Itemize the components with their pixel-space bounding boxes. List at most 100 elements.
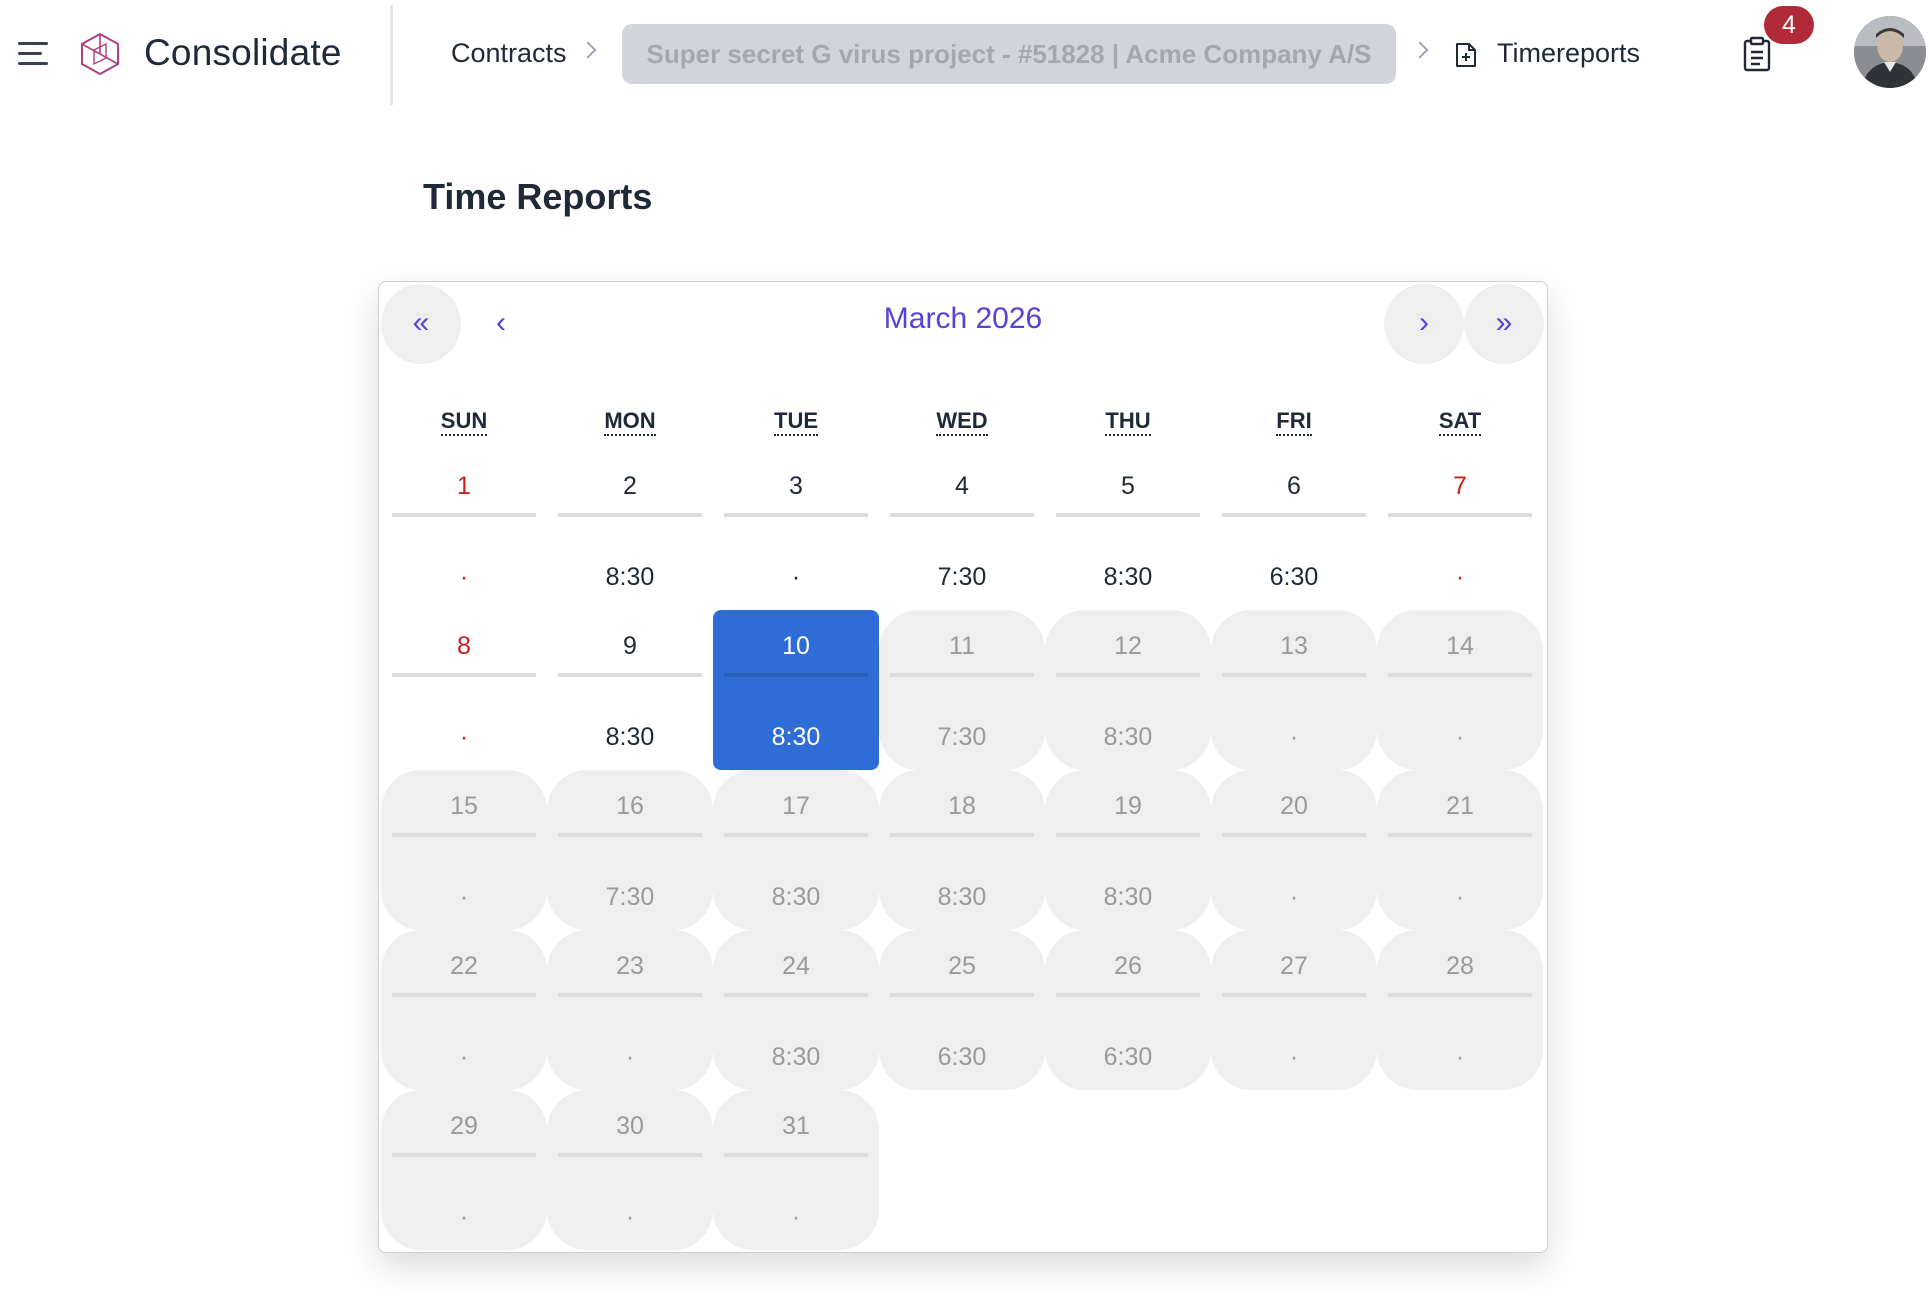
breadcrumb-project[interactable]: Super secret G virus project - #51828 | … <box>622 24 1396 84</box>
day-divider <box>558 833 702 837</box>
calendar-day[interactable]: 21 · <box>1377 770 1543 930</box>
day-number: 25 <box>948 952 976 980</box>
calendar-day[interactable]: 11 7:30 <box>879 610 1045 770</box>
calendar-day[interactable]: 22 · <box>381 930 547 1090</box>
day-number: 11 <box>949 632 975 660</box>
calendar-day[interactable]: 7 · <box>1377 450 1543 610</box>
calendar-day[interactable]: 24 8:30 <box>713 930 879 1090</box>
breadcrumb-chevron-right-icon <box>579 41 597 59</box>
calendar-day[interactable]: 15 · <box>381 770 547 930</box>
day-divider <box>1388 673 1532 677</box>
day-number: 12 <box>1114 632 1142 660</box>
calendar-day[interactable]: 27 · <box>1211 930 1377 1090</box>
calendar-day[interactable]: 16 7:30 <box>547 770 713 930</box>
day-number: 20 <box>1280 792 1308 820</box>
day-number: 2 <box>623 472 637 500</box>
day-number: 8 <box>457 632 471 660</box>
clipboard-icon[interactable] <box>1742 36 1772 72</box>
weekday-mon: MON <box>547 408 713 436</box>
day-divider <box>1388 833 1532 837</box>
breadcrumb-chevron-right-icon <box>1411 41 1429 59</box>
day-hours: 8:30 <box>605 563 655 591</box>
calendar-day[interactable]: 3 · <box>713 450 879 610</box>
calendar-day[interactable]: 26 6:30 <box>1045 930 1211 1090</box>
user-photo-icon <box>1854 16 1926 88</box>
calendar-day[interactable]: 9 8:30 <box>547 610 713 770</box>
calendar-day[interactable]: 14 · <box>1377 610 1543 770</box>
day-number: 10 <box>782 632 810 660</box>
calendar-day[interactable]: 23 · <box>547 930 713 1090</box>
user-avatar[interactable] <box>1854 16 1926 88</box>
day-hours: · <box>1455 883 1465 911</box>
next-month-button[interactable]: › <box>1384 284 1464 364</box>
day-divider <box>558 673 702 677</box>
day-hours: 7:30 <box>937 563 987 591</box>
calendar: « ‹ March 2026 › » SUN MON TUE WED THU F… <box>378 281 1548 1253</box>
calendar-day[interactable]: 13 · <box>1211 610 1377 770</box>
day-hours: · <box>459 723 469 751</box>
day-hours: 7:30 <box>605 883 655 911</box>
day-divider <box>558 993 702 997</box>
calendar-day[interactable]: 2 8:30 <box>547 450 713 610</box>
day-hours: · <box>1455 723 1465 751</box>
day-hours: · <box>459 1203 469 1231</box>
day-divider <box>1056 993 1200 997</box>
day-hours: · <box>791 563 801 591</box>
day-divider <box>890 673 1034 677</box>
day-divider <box>1056 513 1200 517</box>
weekday-sun: SUN <box>381 408 547 436</box>
day-divider <box>1222 833 1366 837</box>
day-hours: · <box>1289 1043 1299 1071</box>
calendar-day[interactable]: 28 · <box>1377 930 1543 1090</box>
day-number: 23 <box>616 952 644 980</box>
consolidate-logo-icon[interactable] <box>76 30 124 78</box>
month-label[interactable]: March 2026 <box>379 302 1547 336</box>
day-number: 24 <box>782 952 810 980</box>
day-divider <box>392 673 536 677</box>
calendar-day[interactable]: 17 8:30 <box>713 770 879 930</box>
day-divider <box>392 1153 536 1157</box>
calendar-day[interactable]: 30 · <box>547 1090 713 1250</box>
calendar-day[interactable]: 1 · <box>381 450 547 610</box>
calendar-day[interactable]: 6 6:30 <box>1211 450 1377 610</box>
day-divider <box>1056 833 1200 837</box>
top-bar: Consolidate Contracts Super secret G vir… <box>0 0 1930 110</box>
calendar-day[interactable]: 10 8:30 <box>713 610 879 770</box>
calendar-day[interactable]: 4 7:30 <box>879 450 1045 610</box>
day-number: 29 <box>450 1112 478 1140</box>
calendar-day[interactable]: 29 · <box>381 1090 547 1250</box>
calendar-day[interactable]: 31 · <box>713 1090 879 1250</box>
app-name[interactable]: Consolidate <box>144 32 342 74</box>
calendar-day[interactable]: 8 · <box>381 610 547 770</box>
day-number: 14 <box>1446 632 1474 660</box>
weekday-sat: SAT <box>1377 408 1543 436</box>
day-hours: 8:30 <box>771 883 821 911</box>
day-hours: 6:30 <box>937 1043 987 1071</box>
calendar-day[interactable]: 20 · <box>1211 770 1377 930</box>
calendar-day[interactable]: 18 8:30 <box>879 770 1045 930</box>
day-number: 7 <box>1453 472 1467 500</box>
next-year-button[interactable]: » <box>1464 284 1544 364</box>
day-divider <box>558 1153 702 1157</box>
weekday-thu: THU <box>1045 408 1211 436</box>
day-number: 21 <box>1446 792 1474 820</box>
hamburger-menu-icon[interactable] <box>18 40 52 70</box>
day-hours: 6:30 <box>1269 563 1319 591</box>
day-divider <box>890 513 1034 517</box>
day-hours: · <box>459 563 469 591</box>
day-hours: 8:30 <box>771 1043 821 1071</box>
day-number: 3 <box>789 472 803 500</box>
day-number: 6 <box>1287 472 1301 500</box>
breadcrumb-contracts[interactable]: Contracts <box>451 38 567 69</box>
calendar-day[interactable]: 19 8:30 <box>1045 770 1211 930</box>
calendar-day[interactable]: 25 6:30 <box>879 930 1045 1090</box>
breadcrumb-timereports: Timereports <box>1497 38 1641 68</box>
document-plus-icon <box>1456 43 1476 67</box>
day-divider <box>1056 673 1200 677</box>
weekday-wed: WED <box>879 408 1045 436</box>
calendar-day[interactable]: 12 8:30 <box>1045 610 1211 770</box>
calendar-day[interactable]: 5 8:30 <box>1045 450 1211 610</box>
day-divider <box>392 513 536 517</box>
day-number: 15 <box>450 792 478 820</box>
day-number: 27 <box>1280 952 1308 980</box>
